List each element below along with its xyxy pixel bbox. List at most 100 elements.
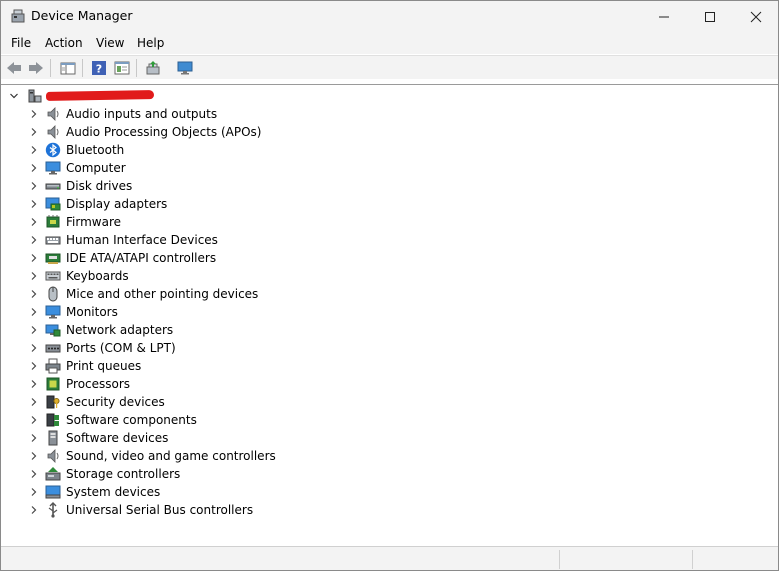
title-bar[interactable]: Device Manager	[1, 1, 778, 32]
mouse-icon	[48, 286, 58, 302]
chevron-right-icon[interactable]	[29, 253, 39, 263]
menu-bar: File Action View Help	[1, 32, 778, 54]
chevron-right-icon[interactable]	[29, 325, 39, 335]
device-manager-window: Device Manager File Action View Help ? A…	[0, 0, 779, 571]
redacted-computer-name	[45, 90, 155, 101]
tree-category-row[interactable]: Firmware	[1, 213, 778, 231]
help-button[interactable]: ?	[90, 59, 108, 77]
hid-icon	[45, 236, 61, 245]
chevron-right-icon[interactable]	[29, 379, 39, 389]
chevron-right-icon[interactable]	[29, 145, 39, 155]
tree-category-row[interactable]: Network adapters	[1, 321, 778, 339]
chevron-right-icon[interactable]	[29, 127, 39, 137]
chevron-right-icon[interactable]	[29, 217, 39, 227]
scan-hardware-button[interactable]	[176, 59, 194, 77]
tree-category-row[interactable]: Audio inputs and outputs	[1, 105, 778, 123]
chevron-right-icon[interactable]	[29, 343, 39, 353]
update-driver-button[interactable]	[144, 59, 162, 77]
ide-controller-icon	[45, 253, 61, 264]
chevron-right-icon[interactable]	[29, 361, 39, 371]
properties-icon	[114, 61, 130, 75]
toolbar: ?	[1, 55, 778, 79]
forward-button[interactable]	[27, 59, 45, 77]
tree-category-row[interactable]: Monitors	[1, 303, 778, 321]
speaker-icon	[47, 449, 59, 463]
firmware-icon	[46, 215, 60, 228]
chevron-right-icon[interactable]	[29, 163, 39, 173]
chevron-right-icon[interactable]	[29, 289, 39, 299]
properties-button[interactable]	[113, 59, 131, 77]
menu-action[interactable]: Action	[45, 36, 83, 50]
menu-help[interactable]: Help	[137, 36, 164, 50]
toolbar-separator	[82, 59, 83, 77]
back-button[interactable]	[5, 59, 23, 77]
chevron-right-icon[interactable]	[29, 469, 39, 479]
tree-category-label: Storage controllers	[66, 467, 181, 481]
chevron-right-icon[interactable]	[29, 235, 39, 245]
tree-category-row[interactable]: Human Interface Devices	[1, 231, 778, 249]
tree-category-label: Ports (COM & LPT)	[66, 341, 176, 355]
tree-category-label: Software devices	[66, 431, 169, 445]
tree-category-row[interactable]: Bluetooth	[1, 141, 778, 159]
show-hide-console-tree-icon	[60, 62, 76, 75]
device-manager-app-icon	[11, 9, 25, 23]
chevron-right-icon[interactable]	[29, 109, 39, 119]
tree-category-row[interactable]: Computer	[1, 159, 778, 177]
tree-category-row[interactable]: Keyboards	[1, 267, 778, 285]
device-tree: Audio inputs and outputs Audio Processing…	[1, 84, 778, 545]
tree-category-row[interactable]: Software devices	[1, 429, 778, 447]
status-bar-separator	[559, 550, 560, 569]
forward-icon	[29, 62, 43, 74]
scan-hardware-icon	[177, 61, 193, 75]
tree-category-label: Security devices	[66, 395, 165, 409]
tree-root[interactable]	[1, 87, 778, 105]
monitor-icon	[45, 161, 61, 175]
tree-category-row[interactable]: Storage controllers	[1, 465, 778, 483]
chevron-right-icon[interactable]	[29, 487, 39, 497]
display-adapter-icon	[45, 197, 61, 211]
chevron-right-icon[interactable]	[29, 505, 39, 515]
tree-category-row[interactable]: Universal Serial Bus controllers	[1, 501, 778, 519]
maximize-icon	[705, 11, 715, 22]
minimize-button[interactable]	[641, 1, 687, 32]
tree-category-row[interactable]: Audio Processing Objects (APOs)	[1, 123, 778, 141]
tree-category-row[interactable]: Software components	[1, 411, 778, 429]
chevron-right-icon[interactable]	[29, 451, 39, 461]
minimize-icon	[659, 16, 669, 17]
tree-category-row[interactable]: Ports (COM & LPT)	[1, 339, 778, 357]
close-button[interactable]	[733, 1, 778, 32]
tree-category-row[interactable]: Disk drives	[1, 177, 778, 195]
menu-view[interactable]: View	[96, 36, 124, 50]
chevron-right-icon[interactable]	[29, 271, 39, 281]
chevron-right-icon[interactable]	[29, 433, 39, 443]
tree-category-label: Universal Serial Bus controllers	[66, 503, 254, 517]
computer-root-icon	[28, 89, 42, 103]
maximize-button[interactable]	[687, 1, 733, 32]
tree-category-row[interactable]: Processors	[1, 375, 778, 393]
bluetooth-icon	[45, 142, 61, 158]
tree-category-label: IDE ATA/ATAPI controllers	[66, 251, 217, 265]
tree-category-row[interactable]: Security devices	[1, 393, 778, 411]
tree-category-label: Mice and other pointing devices	[66, 287, 259, 301]
tree-category-label: System devices	[66, 485, 161, 499]
tree-category-row[interactable]: Display adapters	[1, 195, 778, 213]
tree-category-row[interactable]: Sound, video and game controllers	[1, 447, 778, 465]
show-hide-console-tree-button[interactable]	[59, 59, 77, 77]
chevron-right-icon[interactable]	[29, 397, 39, 407]
tree-category-label: Display adapters	[66, 197, 168, 211]
tree-category-row[interactable]: IDE ATA/ATAPI controllers	[1, 249, 778, 267]
usb-icon	[48, 502, 58, 518]
svg-text:?: ?	[96, 63, 102, 76]
tree-category-row[interactable]: Mice and other pointing devices	[1, 285, 778, 303]
menu-file[interactable]: File	[11, 36, 31, 50]
chevron-right-icon[interactable]	[29, 199, 39, 209]
chevron-right-icon[interactable]	[29, 307, 39, 317]
processor-icon	[46, 377, 60, 391]
system-device-icon	[45, 485, 61, 499]
chevron-right-icon[interactable]	[29, 181, 39, 191]
software-device-icon	[48, 430, 58, 446]
tree-category-row[interactable]: System devices	[1, 483, 778, 501]
chevron-down-icon[interactable]	[9, 91, 19, 101]
chevron-right-icon[interactable]	[29, 415, 39, 425]
tree-category-row[interactable]: Print queues	[1, 357, 778, 375]
